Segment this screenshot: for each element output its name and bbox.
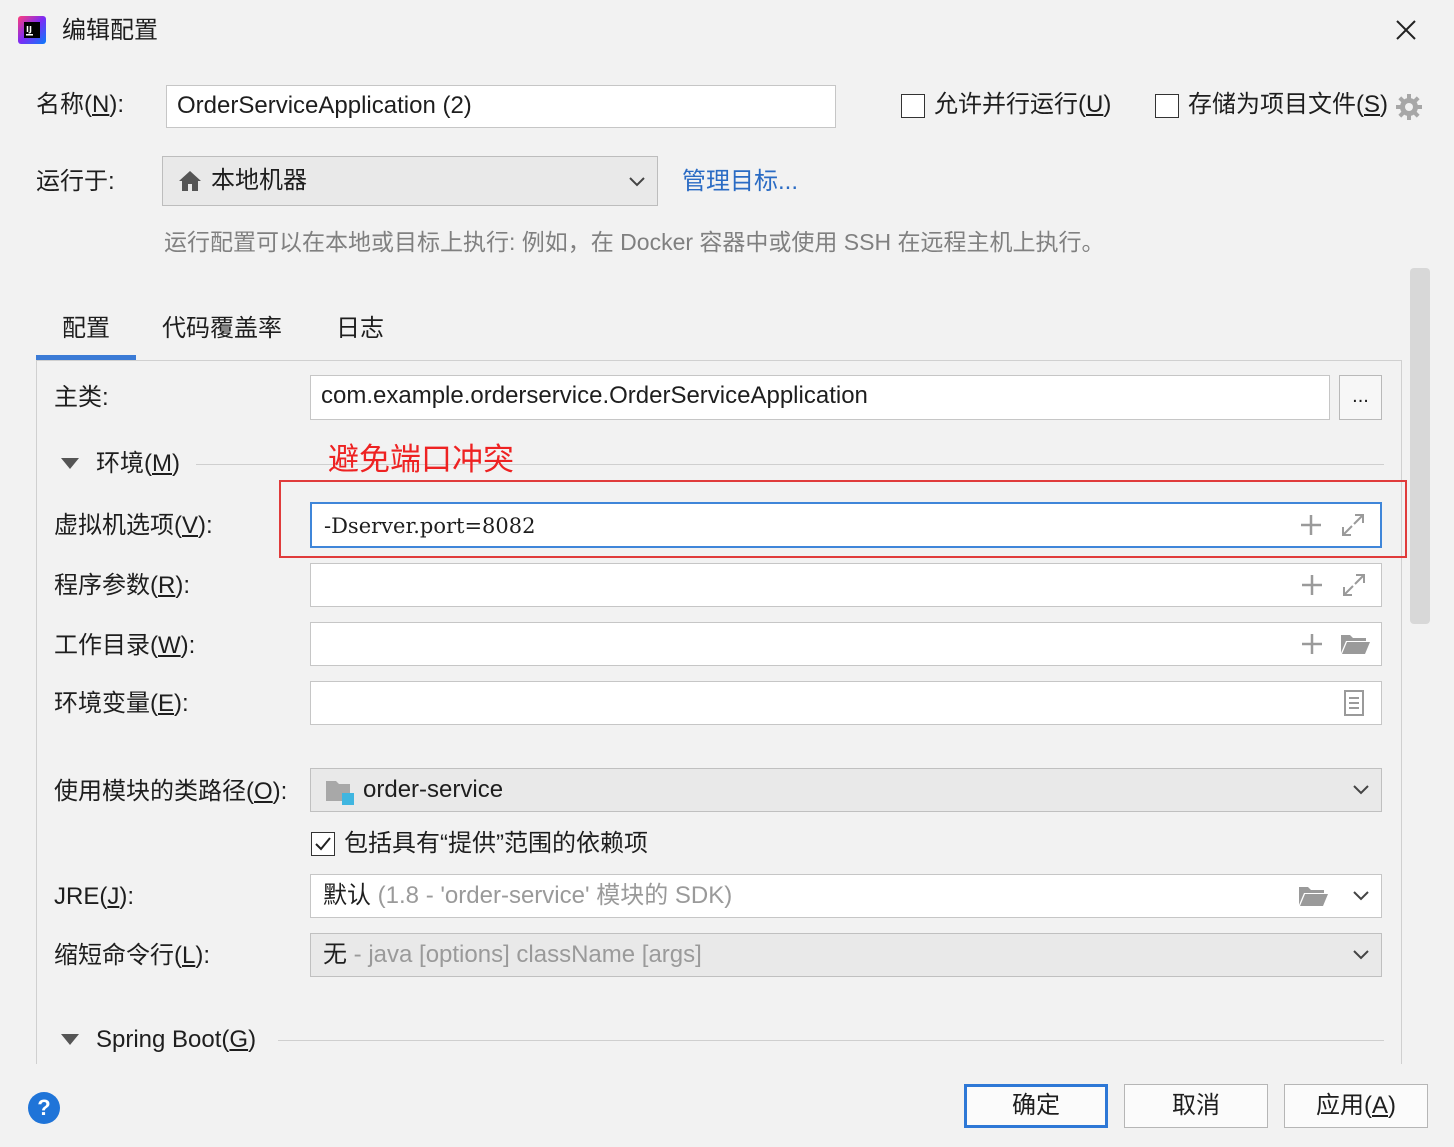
main-class-input[interactable]: com.example.orderservice.OrderServiceApp… [310,375,1330,420]
run-on-hint: 运行配置可以在本地或目标上执行: 例如，在 Docker 容器中或使用 SSH … [164,229,1105,255]
triangle-down-icon[interactable] [61,458,79,469]
name-value: OrderServiceApplication (2) [177,92,472,119]
program-args-label: 程序参数(R): [54,572,191,599]
main-class-value: com.example.orderservice.OrderServiceApp… [321,382,868,409]
environment-section-label[interactable]: 环境(M) [96,447,180,481]
gear-icon[interactable] [1394,92,1424,122]
home-icon [177,169,203,193]
tab-logs[interactable]: 日志 [320,312,400,346]
expand-icon[interactable] [1341,572,1367,598]
manage-targets-link[interactable]: 管理目标... [682,165,798,199]
include-provided-checkbox[interactable] [311,832,335,856]
checkmark-icon [315,837,331,851]
shorten-cmdline-value: 无 - java [options] className [args] [323,941,702,968]
program-args-input[interactable] [310,563,1382,607]
chevron-down-icon [627,172,647,192]
module-classpath-value: order-service [363,776,504,803]
apply-button[interactable]: 应用(A) [1284,1084,1428,1128]
spring-boot-section-label[interactable]: Spring Boot(G) [96,1023,256,1057]
annotation-text: 避免端口冲突 [328,442,514,477]
vm-options-label: 虚拟机选项(V): [54,512,213,539]
svg-text:IJ: IJ [26,25,32,34]
working-dir-input[interactable] [310,622,1382,666]
triangle-down-icon[interactable] [61,1034,79,1045]
run-on-select[interactable]: 本地机器 [162,156,658,206]
browse-main-class-button[interactable]: ... [1339,375,1382,420]
module-classpath-label: 使用模块的类路径(O): [54,778,288,805]
run-on-label: 运行于: [36,168,115,195]
expand-icon[interactable] [1340,512,1366,538]
allow-parallel-checkbox[interactable] [901,94,925,118]
jre-label: JRE(J): [54,883,135,910]
name-input[interactable]: OrderServiceApplication (2) [166,85,836,128]
chevron-down-icon [1351,945,1371,965]
run-on-value: 本地机器 [211,167,307,194]
env-vars-label: 环境变量(E): [54,690,189,717]
module-icon [325,779,355,805]
tab-code-coverage[interactable]: 代码覆盖率 [154,312,290,346]
vm-options-input[interactable]: -Dserver.port=8082 [310,502,1382,548]
help-icon[interactable]: ? [28,1092,60,1124]
cancel-button[interactable]: 取消 [1124,1084,1268,1128]
folder-icon[interactable] [1297,883,1329,909]
intellij-logo-icon: IJ [16,14,48,46]
document-icon[interactable] [1343,690,1365,716]
folder-icon[interactable] [1339,631,1371,657]
close-icon[interactable] [1390,14,1422,46]
tab-config[interactable]: 配置 [36,312,136,346]
module-classpath-select[interactable]: order-service [310,768,1382,812]
jre-value: 默认 (1.8 - 'order-service' 模块的 SDK) [323,882,733,909]
allow-parallel-label[interactable]: 允许并行运行(U) [934,88,1111,122]
store-as-project-file-label[interactable]: 存储为项目文件(S) [1188,88,1388,122]
chevron-down-icon[interactable] [1351,886,1371,906]
ok-button[interactable]: 确定 [964,1084,1108,1128]
plus-icon[interactable] [1298,512,1324,538]
plus-icon[interactable] [1299,631,1325,657]
env-vars-input[interactable] [310,681,1382,725]
scrollbar-thumb[interactable] [1410,268,1430,624]
shorten-cmdline-label: 缩短命令行(L): [54,942,211,969]
working-dir-label: 工作目录(W): [54,632,196,659]
chevron-down-icon [1351,780,1371,800]
main-class-label: 主类: [54,384,109,411]
vm-options-value: -Dserver.port=8082 [324,514,536,538]
name-label: 名称(N): [36,91,125,118]
store-as-project-file-checkbox[interactable] [1155,94,1179,118]
section-divider [278,1040,1384,1041]
shorten-cmdline-select[interactable]: 无 - java [options] className [args] [310,933,1382,977]
title-bar [0,0,1454,62]
include-provided-label[interactable]: 包括具有“提供”范围的依赖项 [344,827,648,861]
plus-icon[interactable] [1299,572,1325,598]
jre-combo[interactable]: 默认 (1.8 - 'order-service' 模块的 SDK) [310,874,1382,918]
window-title: 编辑配置 [62,17,158,44]
